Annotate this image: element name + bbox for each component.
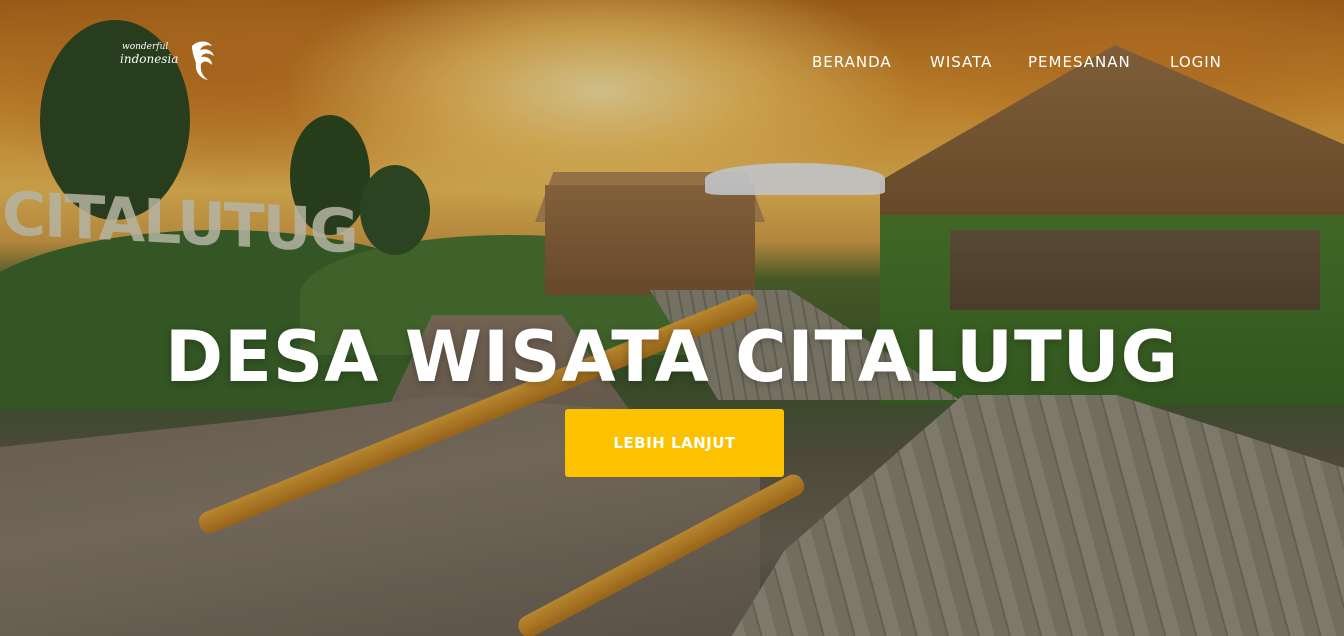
- nav-item-pemesanan[interactable]: PEMESANAN: [1028, 50, 1131, 74]
- nav-item-beranda[interactable]: BERANDA: [812, 50, 892, 74]
- nav-item-wisata[interactable]: WISATA: [930, 50, 992, 74]
- main-navigation: BERANDA WISATA PEMESANAN LOGIN: [0, 50, 1344, 74]
- lebih-lanjut-button[interactable]: LEBIH LANJUT: [565, 409, 784, 477]
- hero-title: DESA WISATA CITALUTUG: [164, 315, 1180, 398]
- nav-item-login[interactable]: LOGIN: [1170, 50, 1222, 74]
